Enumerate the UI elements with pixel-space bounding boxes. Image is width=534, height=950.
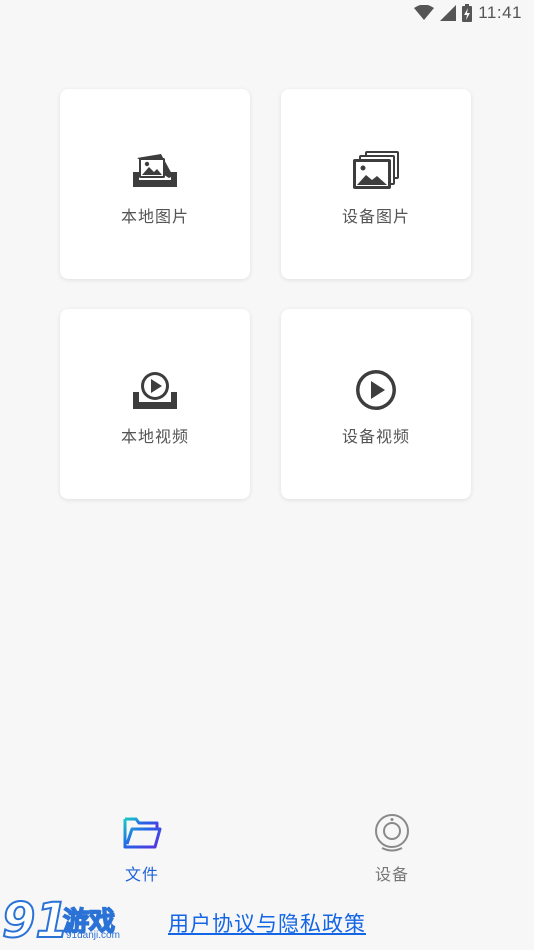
nav-item-files[interactable]: 文件 — [92, 813, 192, 885]
card-label: 本地视频 — [120, 427, 189, 446]
signal-icon — [440, 5, 457, 21]
device-video-card[interactable]: 设备视频 — [281, 309, 471, 499]
camera-device-icon — [372, 813, 412, 853]
local-video-card[interactable]: 本地视频 — [60, 309, 250, 499]
nav-label-device: 设备 — [374, 865, 409, 884]
card-label: 设备图片 — [341, 207, 410, 226]
local-image-icon — [130, 149, 180, 191]
battery-icon — [462, 4, 473, 22]
wifi-icon — [414, 5, 435, 20]
status-time: 11:41 — [478, 3, 522, 22]
app-screen: 11:41 本地图片 设备图片 本地视频 设备视频 文件 设备 91 游戏 91… — [0, 0, 534, 950]
card-label: 本地图片 — [120, 207, 189, 226]
nav-label-files: 文件 — [124, 865, 159, 884]
nav-item-device[interactable]: 设备 — [342, 813, 442, 885]
device-image-icon — [351, 149, 401, 191]
local-image-card[interactable]: 本地图片 — [60, 89, 250, 279]
privacy-policy-link[interactable]: 用户协议与隐私政策 — [0, 908, 534, 938]
status-icons: 11:41 — [414, 3, 522, 23]
local-video-icon — [130, 369, 180, 411]
card-label: 设备视频 — [341, 427, 410, 446]
bottom-nav: 文件 设备 — [0, 805, 534, 895]
device-video-icon — [351, 369, 401, 411]
folder-icon — [122, 813, 162, 853]
device-image-card[interactable]: 设备图片 — [281, 89, 471, 279]
status-bar: 11:41 — [0, 0, 534, 28]
